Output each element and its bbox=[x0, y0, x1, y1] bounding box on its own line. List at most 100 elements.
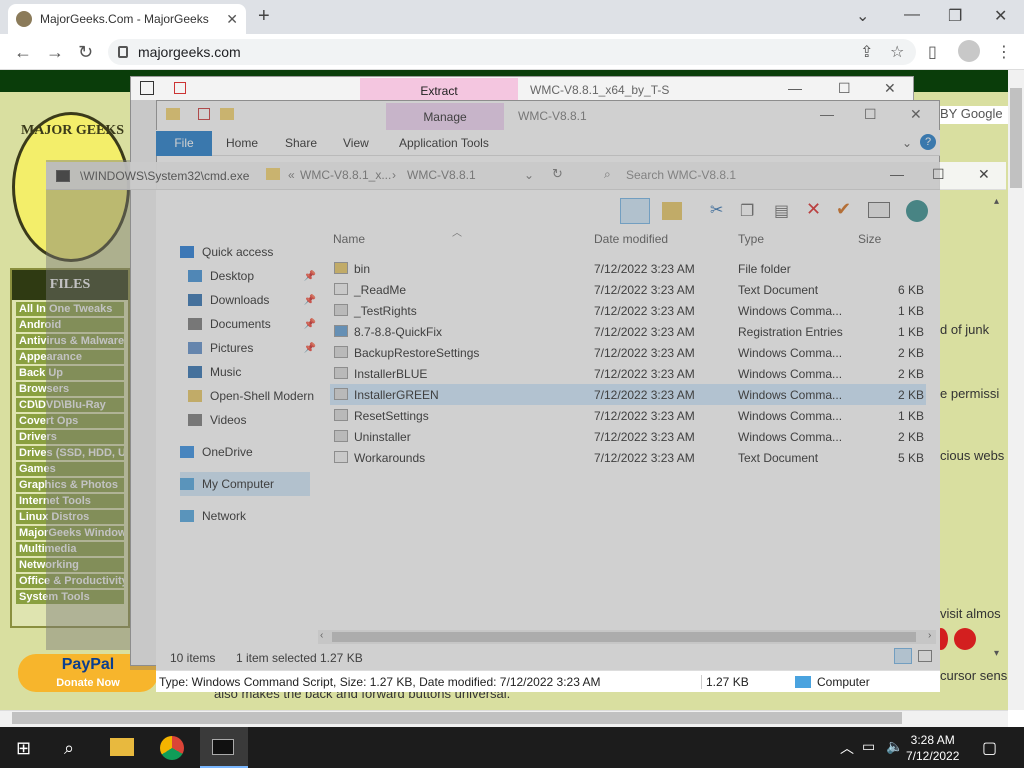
file-row[interactable]: _TestRights 7/12/2022 3:23 AM Windows Comm… bbox=[330, 300, 926, 321]
sidebar-link[interactable]: Appearance bbox=[16, 350, 124, 364]
sidebar-link[interactable]: Drivers bbox=[16, 430, 124, 444]
globe-icon[interactable] bbox=[906, 200, 928, 222]
search-input[interactable]: Search WMC-V8.8.1 bbox=[626, 168, 736, 182]
tab-application-tools[interactable]: Application Tools bbox=[399, 136, 489, 150]
new-tab-button[interactable]: + bbox=[258, 5, 270, 28]
properties-icon[interactable] bbox=[174, 82, 186, 94]
page-scrollbar-thumb[interactable] bbox=[1010, 88, 1022, 188]
pin-icon[interactable]: 📌 bbox=[304, 295, 316, 306]
sidebar-link[interactable]: Networking bbox=[16, 558, 124, 572]
column-type[interactable]: Type bbox=[738, 232, 764, 246]
nav-item[interactable]: Music bbox=[188, 360, 316, 384]
nav-item[interactable]: My Computer bbox=[180, 472, 310, 496]
search-icon[interactable]: ⌕ bbox=[64, 738, 74, 759]
profile-avatar[interactable] bbox=[958, 40, 980, 62]
menu-icon[interactable]: ⋮ bbox=[996, 42, 1012, 62]
scroll-right-icon[interactable]: › bbox=[928, 630, 931, 641]
nav-item[interactable]: Pictures 📌 bbox=[188, 336, 316, 360]
forward-button[interactable]: → bbox=[46, 42, 64, 63]
sidebar-link[interactable]: Graphics & Photos bbox=[16, 478, 124, 492]
minimize-button[interactable]: — bbox=[788, 80, 802, 96]
volume-icon[interactable]: 🔈 bbox=[886, 738, 903, 755]
youtube-icon[interactable] bbox=[954, 628, 976, 650]
side-panel-icon[interactable]: ▯ bbox=[928, 42, 937, 62]
close-window-button[interactable]: ✕ bbox=[994, 6, 1007, 26]
chrome-taskbar-icon[interactable] bbox=[160, 736, 184, 760]
chevron-down-icon[interactable]: ⌄ bbox=[856, 6, 869, 26]
close-button[interactable]: ✕ bbox=[884, 80, 896, 97]
breadcrumb-item[interactable]: WMC-V8.8.1 bbox=[407, 168, 476, 182]
share-icon[interactable]: ⇪ bbox=[860, 42, 873, 62]
file-explorer-taskbar-icon[interactable] bbox=[110, 738, 134, 756]
file-row[interactable]: 8.7-8.8-QuickFix 7/12/2022 3:23 AM Registr… bbox=[330, 321, 926, 342]
file-row[interactable]: Workarounds 7/12/2022 3:23 AM Text Documen… bbox=[330, 447, 926, 468]
chevron-up-icon[interactable]: ︿ bbox=[840, 738, 854, 758]
file-row[interactable]: Uninstaller 7/12/2022 3:23 AM Windows Comm… bbox=[330, 426, 926, 447]
file-row[interactable]: InstallerGREEN 7/12/2022 3:23 AM Windows C… bbox=[330, 384, 926, 405]
close-button[interactable]: ✕ bbox=[910, 106, 922, 123]
nav-item[interactable]: Downloads 📌 bbox=[188, 288, 316, 312]
nav-item[interactable]: Desktop 📌 bbox=[188, 264, 316, 288]
tab-manage[interactable]: Manage bbox=[386, 103, 504, 131]
column-name[interactable]: Name bbox=[333, 232, 365, 246]
restore-button[interactable]: ❐ bbox=[948, 6, 962, 26]
file-row[interactable]: bin 7/12/2022 3:23 AM File folder bbox=[330, 258, 926, 279]
column-date-modified[interactable]: Date modified bbox=[594, 232, 668, 246]
delete-icon[interactable]: ✕ bbox=[806, 199, 821, 220]
nav-item[interactable]: Quick access bbox=[180, 240, 308, 264]
close-tab-icon[interactable]: ✕ bbox=[226, 11, 238, 28]
sidebar-link[interactable]: Linux Distros bbox=[16, 510, 124, 524]
checkmark-icon[interactable]: ✔ bbox=[836, 199, 851, 220]
nav-item[interactable]: OneDrive bbox=[180, 440, 308, 464]
tab-share[interactable]: Share bbox=[285, 136, 317, 150]
sidebar-link[interactable]: CD\DVD\Blu-Ray bbox=[16, 398, 124, 412]
back-button[interactable]: ← bbox=[14, 42, 32, 63]
maximize-button[interactable]: ☐ bbox=[932, 166, 945, 183]
notification-icon[interactable]: ▢ bbox=[982, 738, 997, 758]
windows-start-icon[interactable]: ⊞ bbox=[16, 738, 31, 759]
sidebar-link[interactable]: Covert Ops bbox=[16, 414, 124, 428]
scroll-up-icon[interactable]: ▴ bbox=[994, 196, 999, 207]
nav-item[interactable]: Open-Shell Modern bbox=[188, 384, 316, 408]
help-icon[interactable]: ? bbox=[920, 134, 936, 150]
copy-icon[interactable]: ❐ bbox=[740, 201, 754, 221]
cmd-taskbar-button[interactable] bbox=[200, 727, 248, 768]
pin-icon[interactable]: 📌 bbox=[304, 343, 316, 354]
sidebar-link[interactable]: MajorGeeks Windows Tweaks bbox=[16, 526, 124, 540]
minimize-button[interactable]: — bbox=[904, 6, 920, 24]
scroll-down-icon[interactable]: ▾ bbox=[994, 648, 999, 659]
sidebar-link[interactable]: Games bbox=[16, 462, 124, 476]
chevron-down-icon[interactable]: ⌄ bbox=[902, 136, 912, 150]
maximize-button[interactable]: ☐ bbox=[838, 80, 851, 97]
file-row[interactable]: InstallerBLUE 7/12/2022 3:23 AM Windows Co… bbox=[330, 363, 926, 384]
properties-icon[interactable] bbox=[198, 108, 210, 120]
tab-view[interactable]: View bbox=[343, 136, 369, 150]
sidebar-link[interactable]: Office & Productivity bbox=[16, 574, 124, 588]
sidebar-link[interactable]: Internet Tools bbox=[16, 494, 124, 508]
network-icon[interactable]: ▭ bbox=[862, 738, 875, 755]
sidebar-link[interactable]: Browsers bbox=[16, 382, 124, 396]
close-button[interactable]: ✕ bbox=[978, 166, 990, 183]
nav-item[interactable]: Network bbox=[180, 504, 308, 528]
rename-icon[interactable] bbox=[868, 202, 890, 218]
breadcrumb-overflow[interactable]: « bbox=[288, 168, 295, 182]
tab-home[interactable]: Home bbox=[226, 136, 258, 150]
scroll-left-icon[interactable]: ‹ bbox=[320, 630, 323, 641]
address-bar[interactable]: majorgeeks.com bbox=[108, 39, 916, 65]
file-row[interactable]: _ReadMe 7/12/2022 3:23 AM Text Document 6 K… bbox=[330, 279, 926, 300]
sidebar-link[interactable]: System Tools bbox=[16, 590, 124, 604]
sidebar-link[interactable]: All In One Tweaks bbox=[16, 302, 124, 316]
minimize-button[interactable]: — bbox=[820, 106, 834, 122]
sidebar-link[interactable]: Android bbox=[16, 318, 124, 332]
new-folder-icon[interactable] bbox=[220, 108, 234, 120]
paste-icon[interactable]: ▤ bbox=[774, 201, 789, 221]
browser-tab[interactable]: MajorGeeks.Com - MajorGeeks ✕ bbox=[8, 4, 246, 34]
breadcrumb-item[interactable]: WMC-V8.8.1_x... bbox=[300, 168, 391, 182]
reload-button[interactable]: ↻ bbox=[78, 42, 93, 63]
folder-options-icon[interactable] bbox=[662, 202, 682, 220]
bookmark-star-icon[interactable]: ☆ bbox=[890, 42, 904, 62]
column-size[interactable]: Size bbox=[858, 232, 881, 246]
nav-item[interactable]: Documents 📌 bbox=[188, 312, 316, 336]
sidebar-link[interactable]: Back Up bbox=[16, 366, 124, 380]
sidebar-link[interactable]: Antivirus & Malware bbox=[16, 334, 124, 348]
